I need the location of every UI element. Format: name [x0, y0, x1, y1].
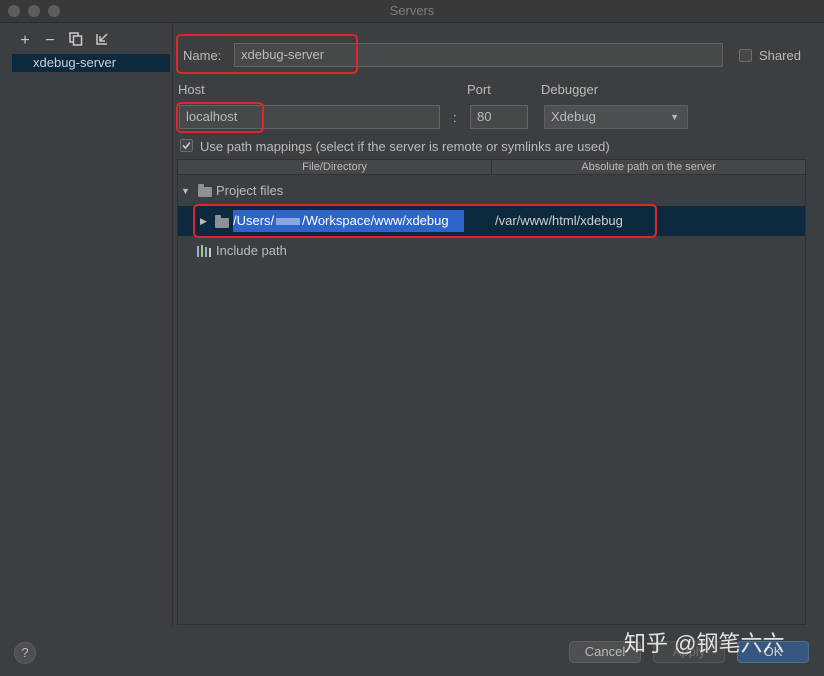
- remote-path-cell[interactable]: /var/www/html/xdebug: [495, 206, 623, 236]
- host-port-separator: :: [453, 110, 457, 125]
- tree-label-include-path: Include path: [216, 243, 287, 258]
- zoom-window-button[interactable]: [48, 5, 60, 17]
- port-input[interactable]: 80: [470, 105, 528, 129]
- copy-server-icon[interactable]: [67, 32, 85, 50]
- debugger-selected-value: Xdebug: [551, 109, 596, 124]
- name-input[interactable]: xdebug-server: [234, 43, 723, 67]
- tree-row-include-path[interactable]: Include path: [178, 240, 805, 262]
- copy-icon: [69, 32, 83, 46]
- shared-checkbox[interactable]: [739, 49, 752, 62]
- add-server-icon[interactable]: +: [16, 32, 34, 50]
- help-button[interactable]: ?: [14, 642, 36, 664]
- path-mappings-table: File/Directory Absolute path on the serv…: [177, 159, 806, 625]
- folder-icon: [198, 184, 212, 197]
- expand-arrow-right-icon[interactable]: ▶: [200, 206, 207, 236]
- tree-row-project-files[interactable]: ▼ Project files: [178, 180, 805, 202]
- expand-arrow-down-icon[interactable]: ▼: [181, 180, 190, 202]
- host-input[interactable]: localhost: [179, 105, 440, 129]
- folder-icon: [215, 215, 229, 228]
- window-title: Servers: [389, 3, 435, 18]
- debugger-label: Debugger: [541, 82, 599, 97]
- use-path-mappings-checkbox[interactable]: [180, 139, 193, 152]
- column-header-file-directory[interactable]: File/Directory: [178, 160, 492, 175]
- host-label: Host: [178, 82, 205, 97]
- title-bar: Servers: [0, 0, 824, 23]
- remove-server-icon[interactable]: −: [41, 32, 59, 50]
- local-path-cell[interactable]: /Users/ /Workspace/www/xdebug: [233, 210, 464, 232]
- server-list-panel: + − xdebug-server: [0, 23, 173, 628]
- close-window-button[interactable]: [8, 5, 20, 17]
- local-path-prefix: /Users/: [233, 213, 275, 228]
- checkmark-icon: [182, 141, 191, 150]
- table-row-mapping[interactable]: ▶ /Users/ /Workspace/www/xdebug /var/www/…: [178, 206, 805, 236]
- import-arrow-icon: [96, 33, 108, 45]
- import-server-icon[interactable]: [93, 32, 111, 50]
- redacted-username: [276, 218, 301, 226]
- shared-label: Shared: [759, 48, 801, 63]
- watermark-text: 知乎 @钢笔六六: [624, 631, 785, 656]
- port-label: Port: [467, 82, 491, 97]
- local-path-suffix: /Workspace/www/xdebug: [302, 213, 449, 228]
- minimize-window-button[interactable]: [28, 5, 40, 17]
- library-icon: [197, 245, 211, 257]
- use-path-mappings-label: Use path mappings (select if the server …: [200, 139, 610, 154]
- column-header-absolute-path[interactable]: Absolute path on the server: [492, 160, 805, 175]
- name-label: Name:: [183, 48, 222, 63]
- server-list-item[interactable]: xdebug-server: [12, 54, 170, 72]
- tree-label-project-files: Project files: [216, 183, 284, 198]
- dropdown-arrow-icon: ▼: [670, 112, 679, 122]
- debugger-select[interactable]: Xdebug ▼: [544, 105, 688, 129]
